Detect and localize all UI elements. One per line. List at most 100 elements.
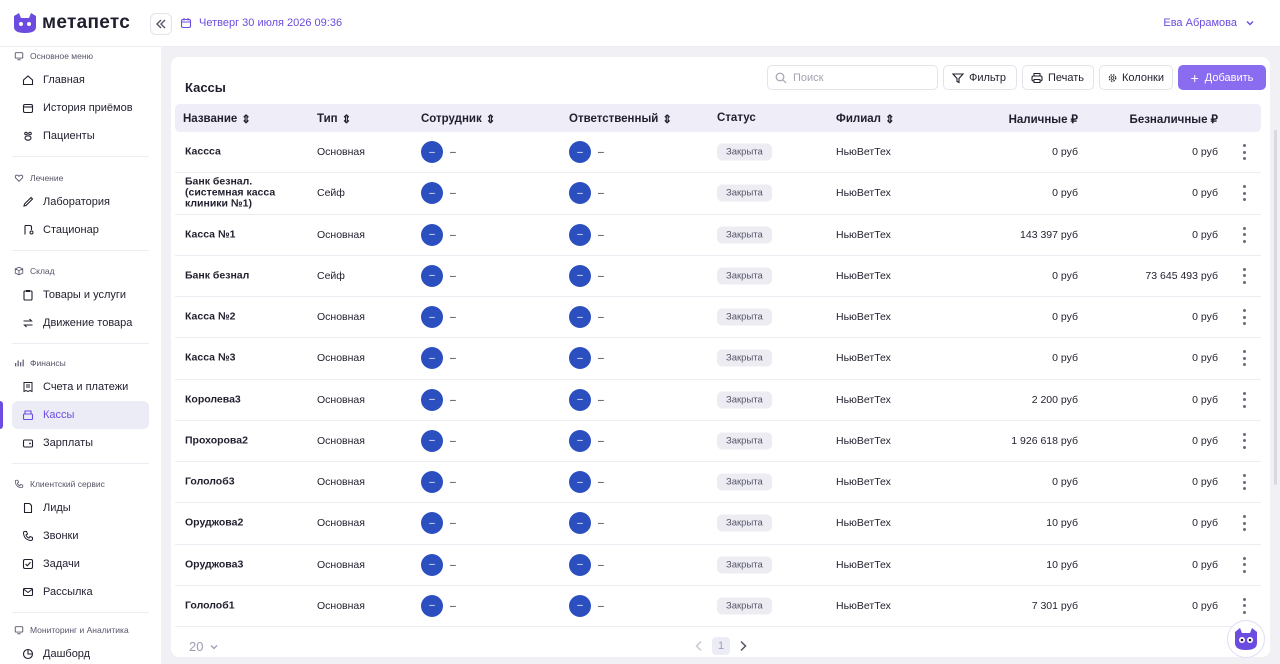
row-menu-icon[interactable] xyxy=(1242,474,1246,491)
sidebar-item[interactable]: Кассы xyxy=(0,401,149,429)
chevron-left-icon[interactable] xyxy=(694,640,704,652)
avatar[interactable]: – xyxy=(569,223,591,246)
table-row[interactable]: Банк безнал. (системная касса клиники №1… xyxy=(175,173,1261,215)
logo[interactable]: метапетс xyxy=(12,12,130,34)
sidebar-divider xyxy=(12,343,149,344)
avatar[interactable]: – xyxy=(421,182,443,205)
sidebar-item[interactable]: Рассылка xyxy=(12,578,149,606)
table-row[interactable]: Королева3 Основная – – – – Закрыта НьюВетТ… xyxy=(175,380,1261,421)
row-menu-icon[interactable] xyxy=(1242,309,1246,326)
avatar[interactable]: – xyxy=(569,264,591,287)
sidebar-item[interactable]: Дашборд xyxy=(12,640,149,664)
sidebar-item[interactable]: Движение товара xyxy=(12,309,149,337)
row-menu-icon[interactable] xyxy=(1242,267,1246,284)
print-button[interactable]: Печать xyxy=(1022,65,1094,90)
status-cell: Закрыта xyxy=(717,143,772,161)
row-menu-icon[interactable] xyxy=(1242,350,1246,367)
employee-name: – xyxy=(450,517,456,530)
col-responsible-header[interactable]: Ответственный ⇕ xyxy=(569,112,672,126)
avatar[interactable]: – xyxy=(569,306,591,329)
sidebar-item[interactable]: История приёмов xyxy=(12,94,149,122)
table-row[interactable]: Оруджова2 Основная – – – – Закрыта НьюВетТ… xyxy=(175,503,1261,545)
col-branch-header[interactable]: Филиал ⇕ xyxy=(836,112,895,126)
table-row[interactable]: Банк безнал Сейф – – – – Закрыта НьюВетТех… xyxy=(175,256,1261,297)
avatar[interactable]: – xyxy=(421,306,443,329)
row-menu-icon[interactable] xyxy=(1242,144,1246,161)
table-row[interactable]: Касса №3 Основная – – – – Закрыта НьюВетТе… xyxy=(175,338,1261,380)
avatar[interactable]: – xyxy=(421,594,443,617)
support-chat-button[interactable] xyxy=(1227,620,1265,658)
avatar[interactable]: – xyxy=(569,512,591,535)
col-type-header[interactable]: Тип ⇕ xyxy=(317,112,351,126)
sidebar-item[interactable]: Зарплаты xyxy=(12,429,149,457)
sidebar-item[interactable]: Счета и платежи xyxy=(12,373,149,401)
table-row[interactable]: Гололоб3 Основная – – – – Закрыта НьюВетТе… xyxy=(175,462,1261,504)
sidebar-item[interactable]: Звонки xyxy=(12,522,149,550)
sidebar-item[interactable]: Товары и услуги xyxy=(12,281,149,309)
page-size-select[interactable]: 20 xyxy=(189,639,219,654)
row-menu-icon[interactable] xyxy=(1242,597,1246,614)
col-name-header[interactable]: Название ⇕ xyxy=(183,112,251,126)
employee-name: – xyxy=(450,599,456,612)
row-menu-icon[interactable] xyxy=(1242,226,1246,243)
sidebar-item[interactable]: Пациенты xyxy=(12,122,149,150)
avatar[interactable]: – xyxy=(569,594,591,617)
cash-register-name: Касса №2 xyxy=(185,310,236,323)
sidebar-item-label: Рассылка xyxy=(43,586,93,598)
avatar[interactable]: – xyxy=(421,264,443,287)
cash-amount: 0 руб xyxy=(1052,311,1078,324)
avatar[interactable]: – xyxy=(421,223,443,246)
row-menu-icon[interactable] xyxy=(1242,391,1246,408)
table-row[interactable]: Гололоб1 Основная – – – – Закрыта НьюВетТе… xyxy=(175,586,1261,627)
table-row[interactable]: Кассса Основная – – – – Закрыта НьюВетТех … xyxy=(175,132,1261,174)
avatar[interactable]: – xyxy=(569,471,591,494)
col-employee-header[interactable]: Сотрудник ⇕ xyxy=(421,112,495,126)
employee-name: – xyxy=(450,269,456,282)
avatar[interactable]: – xyxy=(569,553,591,576)
section-title-text: Склад xyxy=(30,266,55,276)
sidebar-item[interactable]: Лаборатория xyxy=(12,188,149,216)
avatar[interactable]: – xyxy=(569,141,591,164)
avatar[interactable]: – xyxy=(421,471,443,494)
user-menu[interactable]: Ева Абрамова xyxy=(1163,17,1255,29)
sidebar-item[interactable]: Задачи xyxy=(12,550,149,578)
add-button[interactable]: + Добавить xyxy=(1178,65,1266,90)
scrollbar[interactable] xyxy=(1274,130,1277,485)
avatar[interactable]: – xyxy=(569,429,591,452)
filter-button[interactable]: Фильтр xyxy=(943,65,1017,90)
row-menu-icon[interactable] xyxy=(1242,515,1246,532)
table-row[interactable]: Касса №2 Основная – – – – Закрыта НьюВетТе… xyxy=(175,297,1261,339)
sidebar-item[interactable]: Главная xyxy=(12,66,149,94)
avatar[interactable]: – xyxy=(421,512,443,535)
table-row[interactable]: Оруджова3 Основная – – – – Закрыта НьюВетТ… xyxy=(175,545,1261,586)
employee-cell: – – xyxy=(421,306,456,329)
row-menu-icon[interactable] xyxy=(1242,185,1246,202)
avatar[interactable]: – xyxy=(569,347,591,370)
sidebar-section: Финансы Счета и платежи Кассы Зарплаты xyxy=(0,357,161,472)
monitor-icon xyxy=(14,52,24,61)
avatar[interactable]: – xyxy=(421,429,443,452)
cash-register-type: Основная xyxy=(317,311,365,324)
table-row[interactable]: Касса №1 Основная – – – – Закрыта НьюВетТе… xyxy=(175,215,1261,256)
sidebar-item[interactable]: Лиды xyxy=(12,494,149,522)
avatar[interactable]: – xyxy=(421,553,443,576)
cashless-amount: 0 руб xyxy=(1192,476,1218,489)
avatar[interactable]: – xyxy=(569,388,591,411)
avatar[interactable]: – xyxy=(421,141,443,164)
avatar[interactable]: – xyxy=(569,182,591,205)
page-number[interactable]: 1 xyxy=(712,637,730,655)
branch-cell: НьюВетТех xyxy=(836,311,891,324)
row-menu-icon[interactable] xyxy=(1242,556,1246,573)
avatar[interactable]: – xyxy=(421,388,443,411)
sidebar-item[interactable]: Стационар xyxy=(12,216,149,244)
avatar[interactable]: – xyxy=(421,347,443,370)
cash-register-type: Сейф xyxy=(317,187,345,200)
collapse-sidebar-button[interactable] xyxy=(150,13,172,35)
table-row[interactable]: Прохорова2 Основная – – – – Закрыта НьюВет… xyxy=(175,421,1261,462)
gear-icon xyxy=(1108,73,1117,82)
columns-button[interactable]: Колонки xyxy=(1099,65,1173,90)
search-input[interactable]: Поиск xyxy=(767,65,938,90)
cash-amount: 143 397 руб xyxy=(1020,228,1078,241)
row-menu-icon[interactable] xyxy=(1242,432,1246,449)
chevron-right-icon[interactable] xyxy=(738,640,748,652)
